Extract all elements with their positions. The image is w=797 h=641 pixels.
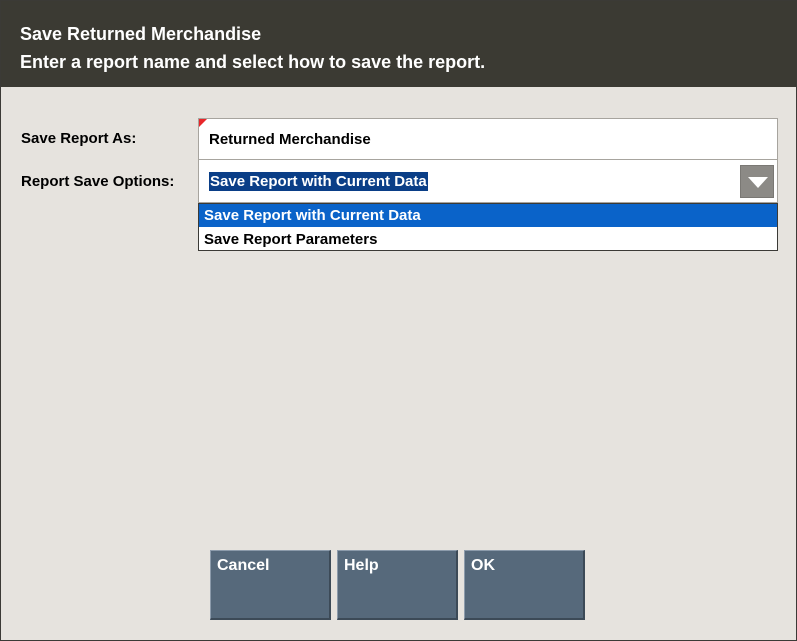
cancel-button[interactable]: Cancel <box>210 550 331 620</box>
ok-button-label: OK <box>471 557 495 574</box>
dialog-instructions: Enter a report name and select how to sa… <box>20 52 486 72</box>
report-name-value: Returned Merchandise <box>209 131 371 148</box>
save-option-parameters[interactable]: Save Report Parameters <box>199 228 777 251</box>
save-report-dialog: Save Returned Merchandise Enter a report… <box>0 0 797 641</box>
save-report-as-label: Save Report As: <box>21 130 137 147</box>
report-name-field[interactable]: Returned Merchandise <box>198 118 778 160</box>
help-button[interactable]: Help <box>337 550 458 620</box>
cancel-button-label: Cancel <box>217 557 270 574</box>
ok-button[interactable]: OK <box>464 550 585 620</box>
selected-save-option: Save Report with Current Data <box>209 172 428 191</box>
help-button-label: Help <box>344 557 379 574</box>
dialog-header: Save Returned Merchandise Enter a report… <box>1 1 796 87</box>
required-indicator-icon <box>199 119 207 127</box>
dialog-title: Save Returned Merchandise <box>20 24 262 44</box>
report-save-options-label: Report Save Options: <box>21 173 175 190</box>
report-save-options-select[interactable]: Save Report with Current Data <box>198 160 778 203</box>
chevron-down-icon <box>748 177 768 188</box>
save-options-dropdown-list: Save Report with Current Data Save Repor… <box>198 203 778 251</box>
save-option-current-data[interactable]: Save Report with Current Data <box>199 204 777 227</box>
dropdown-toggle-button[interactable] <box>740 165 774 198</box>
